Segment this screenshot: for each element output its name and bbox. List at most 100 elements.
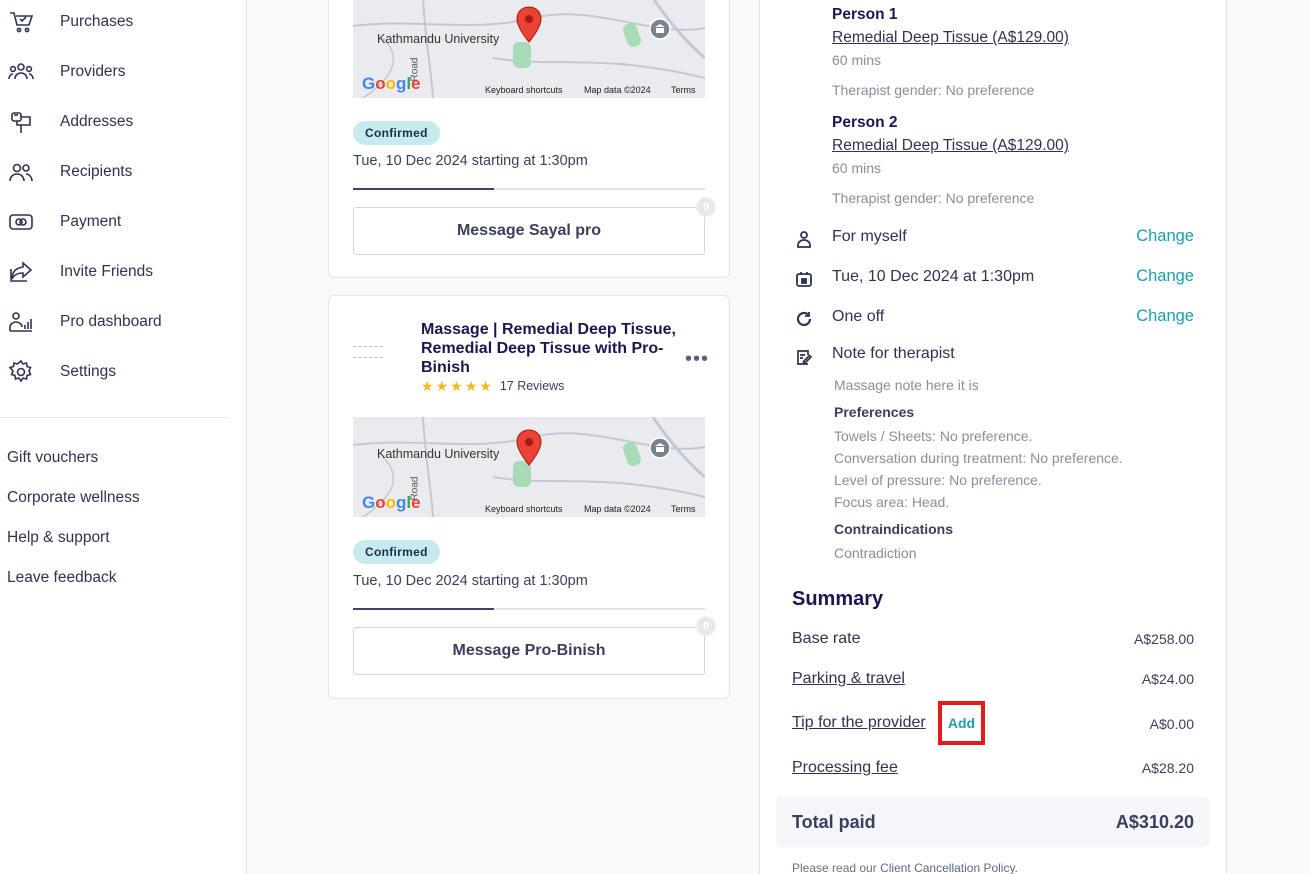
appointment-date: Tue, 10 Dec 2024 starting at 1:30pm bbox=[353, 573, 588, 589]
google-logo: Google bbox=[362, 493, 421, 512]
tip-provider-link[interactable]: Tip for the provider bbox=[792, 714, 926, 732]
preference-item: Towels / Sheets: No preference. bbox=[834, 428, 1033, 444]
leave-feedback-link[interactable]: Leave feedback bbox=[7, 569, 116, 587]
pro-dashboard-icon bbox=[6, 307, 36, 337]
sidebar-item-purchases[interactable]: Purchases bbox=[0, 2, 240, 42]
map-pin-icon bbox=[516, 6, 542, 43]
star-icon: ★ bbox=[464, 378, 478, 394]
service-duration: 60 mins bbox=[832, 160, 882, 176]
cancellation-policy-link[interactable]: Client Cancellation Policy. bbox=[880, 861, 1018, 874]
sidebar-item-settings[interactable]: Settings bbox=[0, 352, 240, 392]
sidebar-item-label: Pro dashboard bbox=[60, 313, 162, 330]
booking-card: Massage | Remedial Deep Tissue, Remedial… bbox=[328, 295, 730, 699]
help-support-link[interactable]: Help & support bbox=[7, 529, 110, 547]
cart-icon bbox=[6, 7, 36, 37]
change-recipient-button[interactable]: Change bbox=[1136, 227, 1194, 246]
gift-vouchers-link[interactable]: Gift vouchers bbox=[7, 449, 98, 467]
processing-fee-link[interactable]: Processing fee bbox=[792, 759, 898, 777]
parking-travel-link[interactable]: Parking & travel bbox=[792, 670, 905, 688]
service-link[interactable]: Remedial Deep Tissue (A$129.00) bbox=[832, 137, 1069, 155]
map-data-label: Map data ©2024 bbox=[584, 504, 651, 514]
sidebar-item-recipients[interactable]: Recipients bbox=[0, 152, 240, 192]
map-place-label: Kathmandu University bbox=[377, 447, 500, 461]
map-terms-link[interactable]: Terms bbox=[671, 504, 696, 514]
sidebar-item-payment[interactable]: Payment bbox=[0, 202, 240, 242]
preference-item: Level of pressure: No preference. bbox=[834, 472, 1042, 488]
rating: ★ ★ ★ ★ ★ 17 Reviews bbox=[421, 379, 564, 393]
base-rate-value: A$258.00 bbox=[1134, 631, 1194, 647]
parking-travel-value: A$24.00 bbox=[1141, 671, 1194, 687]
contraindications-value: Contradiction bbox=[834, 545, 917, 561]
therapist-note: Massage note here it is bbox=[834, 377, 979, 393]
keyboard-shortcuts-link[interactable]: Keyboard shortcuts bbox=[485, 85, 563, 95]
mailbox-icon bbox=[6, 107, 36, 137]
progress-bar bbox=[353, 608, 705, 610]
map-place-label: Kathmandu University bbox=[377, 32, 500, 46]
therapist-gender: Therapist gender: No preference bbox=[832, 190, 1035, 206]
sidebar: Purchases Providers Addresses Recipients… bbox=[0, 0, 247, 874]
sidebar-item-label: Payment bbox=[60, 213, 122, 230]
status-badge: Confirmed bbox=[353, 121, 440, 145]
processing-fee-value: A$28.20 bbox=[1141, 760, 1194, 776]
sidebar-item-label: Invite Friends bbox=[60, 263, 154, 280]
star-icon: ★ bbox=[421, 378, 434, 394]
review-count[interactable]: 17 Reviews bbox=[500, 379, 565, 393]
corporate-wellness-link[interactable]: Corporate wellness bbox=[7, 489, 140, 507]
message-provider-button[interactable]: Message Pro-Binish bbox=[353, 627, 705, 675]
note-label: Note for therapist bbox=[832, 345, 955, 362]
sidebar-item-providers[interactable]: Providers bbox=[0, 52, 240, 92]
appointment-date: Tue, 10 Dec 2024 starting at 1:30pm bbox=[353, 153, 588, 169]
booking-details-panel: Person 1 Remedial Deep Tissue (A$129.00)… bbox=[759, 0, 1227, 874]
total-paid-value: A$310.20 bbox=[1115, 812, 1194, 832]
map-park bbox=[513, 42, 531, 68]
booking-card: Kathmandu University Road Google Keyboar… bbox=[328, 0, 730, 278]
sidebar-item-addresses[interactable]: Addresses bbox=[0, 102, 240, 142]
more-options-icon[interactable]: ••• bbox=[685, 348, 709, 371]
sidebar-item-label: Purchases bbox=[60, 13, 134, 30]
summary-heading: Summary bbox=[792, 588, 884, 610]
change-datetime-button[interactable]: Change bbox=[1136, 267, 1194, 286]
star-icon: ★ bbox=[450, 378, 463, 394]
sidebar-item-label: Settings bbox=[60, 363, 117, 380]
sidebar-item-invite-friends[interactable]: Invite Friends bbox=[0, 252, 240, 292]
star-icon: ★ bbox=[479, 378, 492, 394]
sidebar-item-label: Recipients bbox=[60, 163, 133, 180]
payment-icon bbox=[6, 207, 36, 237]
tip-value: A$0.00 bbox=[1149, 716, 1194, 732]
person-name: Person 1 bbox=[832, 6, 898, 23]
service-title[interactable]: Massage | Remedial Deep Tissue, Remedial… bbox=[421, 320, 681, 377]
repeat-icon bbox=[794, 309, 814, 329]
map-terms-link[interactable]: Terms bbox=[671, 85, 696, 95]
sidebar-item-label: Addresses bbox=[60, 113, 134, 130]
total-paid-row: Total paid A$310.20 bbox=[776, 797, 1210, 847]
status-badge: Confirmed bbox=[353, 540, 440, 564]
map[interactable]: Kathmandu University Road Google Keyboar… bbox=[353, 0, 705, 98]
total-paid-label: Total paid bbox=[792, 812, 876, 832]
cancellation-policy-note: Please read our Client Cancellation Poli… bbox=[792, 861, 1018, 874]
calendar-icon bbox=[794, 269, 814, 289]
preferences-heading: Preferences bbox=[834, 404, 915, 420]
provider-logo bbox=[353, 346, 383, 358]
share-icon bbox=[6, 257, 36, 287]
datetime-value: Tue, 10 Dec 2024 at 1:30pm bbox=[832, 268, 1035, 285]
change-frequency-button[interactable]: Change bbox=[1136, 307, 1194, 326]
therapist-gender: Therapist gender: No preference bbox=[832, 82, 1035, 98]
keyboard-shortcuts-link[interactable]: Keyboard shortcuts bbox=[485, 504, 563, 514]
google-logo: Google bbox=[362, 74, 421, 93]
sidebar-item-pro-dashboard[interactable]: Pro dashboard bbox=[0, 302, 240, 342]
map[interactable]: Kathmandu University Road Google Keyboar… bbox=[353, 417, 705, 517]
preference-item: Focus area: Head. bbox=[834, 494, 950, 510]
frequency-value: One off bbox=[832, 308, 885, 325]
service-duration: 60 mins bbox=[832, 52, 882, 68]
policy-prefix: Please read our bbox=[792, 861, 877, 874]
unread-count-badge: 0 bbox=[696, 616, 716, 636]
recipient-value: For myself bbox=[832, 228, 907, 245]
sidebar-item-label: Providers bbox=[60, 63, 126, 80]
progress-bar bbox=[353, 188, 705, 190]
star-icon: ★ bbox=[435, 378, 449, 394]
preference-item: Conversation during treatment: No prefer… bbox=[834, 450, 1123, 466]
museum-icon bbox=[649, 18, 671, 40]
message-provider-button[interactable]: Message Sayal pro bbox=[353, 207, 705, 255]
service-link[interactable]: Remedial Deep Tissue (A$129.00) bbox=[832, 29, 1069, 47]
add-tip-button[interactable]: Add bbox=[938, 701, 985, 745]
